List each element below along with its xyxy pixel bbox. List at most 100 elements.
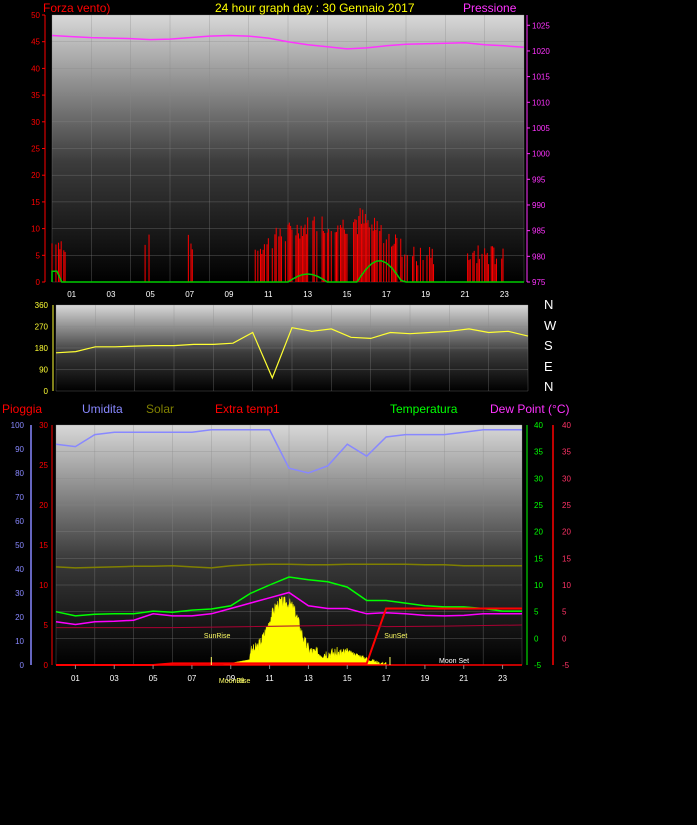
humidity-tick-label: 40 — [15, 565, 24, 574]
x-tick-label: 05 — [149, 674, 158, 683]
compass-letter: S — [544, 338, 553, 353]
x-tick-label: 19 — [421, 290, 430, 299]
wind-tick-label: 45 — [31, 38, 40, 47]
direction-tick-label: 180 — [35, 344, 49, 353]
direction-tick-label: 90 — [39, 366, 48, 375]
dew-tick-label: 30 — [562, 474, 571, 483]
moon-phase-label: 08 — [237, 678, 245, 685]
wind-tick-label: 5 — [36, 251, 41, 260]
dew-tick-label: 35 — [562, 448, 571, 457]
moonset-label: Moon Set — [439, 658, 469, 665]
pressure-tick-label: 995 — [532, 175, 546, 184]
direction-tick-label: 360 — [35, 301, 49, 310]
x-tick-label: 23 — [500, 290, 509, 299]
direction-tick-label: 0 — [44, 387, 49, 396]
humidity-tick-label: 70 — [15, 493, 24, 502]
pressure-tick-label: 1005 — [532, 124, 550, 133]
humidity-tick-label: 60 — [15, 517, 24, 526]
x-tick-label: 03 — [110, 674, 119, 683]
wind-tick-label: 10 — [31, 225, 40, 234]
dew-tick-label: 25 — [562, 501, 571, 510]
temp-tick-label: 20 — [534, 528, 543, 537]
dew-tick-label: 10 — [562, 581, 571, 590]
wind-tick-label: 40 — [31, 64, 40, 73]
temp-tick-label: 15 — [534, 554, 543, 563]
pressure-tick-label: 980 — [532, 252, 546, 261]
temp-tick-label: 40 — [534, 421, 543, 430]
dew-tick-label: -5 — [562, 661, 570, 670]
x-tick-label: 05 — [146, 290, 155, 299]
wind-tick-label: 0 — [36, 278, 41, 287]
dew-tick-label: 5 — [562, 608, 567, 617]
dew-tick-label: 15 — [562, 554, 571, 563]
pressure-tick-label: 1010 — [532, 98, 550, 107]
x-tick-label: 07 — [185, 290, 194, 299]
humidity-tick-label: 100 — [11, 421, 25, 430]
humidity-tick-label: 10 — [15, 637, 24, 646]
pressure-tick-label: 1015 — [532, 73, 550, 82]
pressure-tick-label: 990 — [532, 201, 546, 210]
temp-tick-label: 10 — [534, 581, 543, 590]
rain-tick-label: 25 — [39, 461, 48, 470]
humidity-tick-label: 50 — [15, 541, 24, 550]
compass-letter: W — [544, 317, 557, 333]
rain-tick-label: 10 — [39, 581, 48, 590]
wind-tick-label: 20 — [31, 171, 40, 180]
x-tick-label: 23 — [498, 674, 507, 683]
moonrise-label: MoonRise — [219, 678, 251, 685]
x-tick-label: 17 — [382, 290, 391, 299]
x-tick-label: 01 — [67, 290, 76, 299]
x-tick-label: 13 — [304, 674, 313, 683]
rain-tick-label: 30 — [39, 421, 48, 430]
sunset-label: SunSet — [384, 633, 407, 640]
x-tick-label: 07 — [187, 674, 196, 683]
compass-letter: E — [544, 358, 553, 374]
pressure-tick-label: 975 — [532, 278, 546, 287]
pressure-tick-label: 1025 — [532, 21, 550, 30]
humidity-tick-label: 90 — [15, 445, 24, 454]
temp-tick-label: 35 — [534, 448, 543, 457]
legend-humidity: Umidita — [82, 402, 123, 416]
temp-tick-label: 0 — [534, 634, 539, 643]
wind-axis-title: Forza vento) — [43, 1, 111, 15]
legend-extra-temp: Extra temp1 — [215, 402, 280, 416]
x-tick-label: 15 — [343, 290, 352, 299]
sunrise-label: SunRise — [204, 633, 231, 640]
humidity-tick-label: 0 — [20, 661, 25, 670]
humidity-tick-label: 30 — [15, 589, 24, 598]
wind-tick-label: 15 — [31, 198, 40, 207]
dew-tick-label: 0 — [562, 634, 567, 643]
temp-tick-label: 30 — [534, 474, 543, 483]
legend-solar: Solar — [146, 402, 175, 416]
pressure-tick-label: 985 — [532, 227, 546, 236]
x-tick-label: 01 — [71, 674, 80, 683]
rain-tick-label: 0 — [44, 661, 49, 670]
x-tick-label: 03 — [107, 290, 116, 299]
pressure-axis-title: Pressione — [463, 1, 517, 15]
temp-tick-label: 25 — [534, 501, 543, 510]
x-tick-label: 11 — [265, 674, 274, 683]
x-tick-label: 21 — [459, 674, 468, 683]
pressure-tick-label: 1020 — [532, 47, 550, 56]
humidity-tick-label: 80 — [15, 469, 24, 478]
rain-tick-label: 5 — [44, 621, 49, 630]
pressure-tick-label: 1000 — [532, 150, 550, 159]
x-tick-label: 17 — [382, 674, 391, 683]
wind-tick-label: 30 — [31, 118, 40, 127]
x-tick-label: 19 — [420, 674, 429, 683]
direction-tick-label: 270 — [35, 323, 49, 332]
dew-tick-label: 20 — [562, 528, 571, 537]
compass-letter: N — [544, 297, 554, 312]
x-tick-label: 09 — [225, 290, 234, 299]
chart-title: 24 hour graph day : 30 Gennaio 2017 — [215, 1, 415, 15]
wind-tick-label: 25 — [31, 145, 40, 154]
rain-tick-label: 15 — [39, 541, 48, 550]
temp-tick-label: -5 — [534, 661, 542, 670]
wind-tick-label: 35 — [31, 91, 40, 100]
x-tick-label: 13 — [303, 290, 312, 299]
legend-rain: Pioggia — [2, 402, 43, 416]
x-tick-label: 15 — [343, 674, 352, 683]
wind-tick-label: 50 — [31, 11, 40, 20]
x-tick-label: 11 — [264, 290, 273, 299]
temp-tick-label: 5 — [534, 608, 539, 617]
